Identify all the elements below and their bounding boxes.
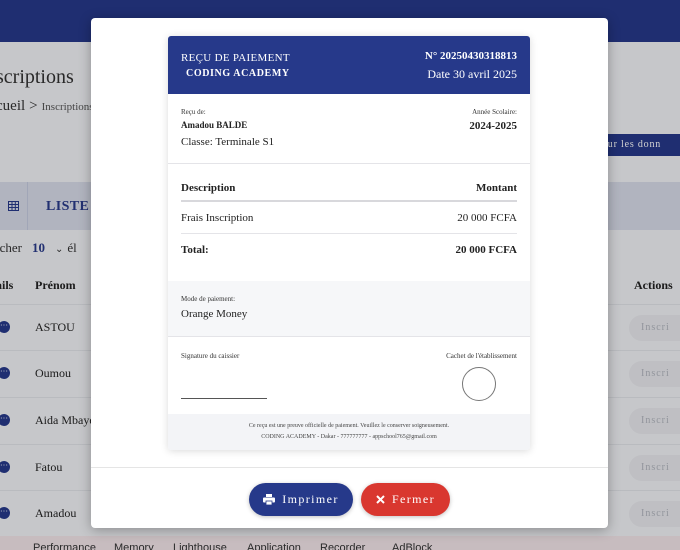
school-year-label: Année Scolaire: xyxy=(472,108,517,116)
cashier-signature-label: Signature du caissier xyxy=(181,352,240,360)
column-montant: Montant xyxy=(476,181,517,194)
close-button-label: Fermer xyxy=(391,492,436,506)
item-description: Frais Inscription xyxy=(181,211,254,224)
payment-method-section: Mode de paiement: Orange Money xyxy=(168,281,530,337)
modal-footer: Imprimer Fermer xyxy=(91,467,608,528)
total-label: Total: xyxy=(181,244,209,256)
student-name: Amadou BALDE xyxy=(181,120,248,130)
receipt-line-item: Frais Inscription 20 000 FCFA xyxy=(181,202,517,234)
payment-method-value: Orange Money xyxy=(181,308,248,320)
receipt-title: REÇU DE PAIEMENT xyxy=(181,52,290,64)
receipt-student-info: Reçu de: Amadou BALDE Classe: Terminale … xyxy=(168,94,530,164)
signature-line xyxy=(181,398,267,399)
receipt-footer-contact: CODING ACADEMY - Dakar - 777777777 - app… xyxy=(261,434,437,440)
signature-section: Signature du caissier Cachet de l'établi… xyxy=(168,338,530,414)
payment-receipt: REÇU DE PAIEMENT CODING ACADEMY N° 20250… xyxy=(168,36,530,450)
receipt-table-header: Description Montant xyxy=(181,175,517,202)
modal-body: REÇU DE PAIEMENT CODING ACADEMY N° 20250… xyxy=(91,18,608,468)
receipt-header: REÇU DE PAIEMENT CODING ACADEMY N° 20250… xyxy=(168,36,530,94)
receipt-footer: Ce reçu est une preuve officielle de pai… xyxy=(168,414,530,450)
receipt-number: N° 20250430318813 xyxy=(424,50,517,62)
receipt-date: Date 30 avril 2025 xyxy=(427,67,517,81)
receipt-total-row: Total: 20 000 FCFA xyxy=(181,234,517,266)
column-description: Description xyxy=(181,181,236,194)
stamp-circle xyxy=(462,367,496,401)
payment-method-label: Mode de paiement: xyxy=(181,295,236,303)
school-name: CODING ACADEMY xyxy=(186,68,290,79)
close-icon xyxy=(376,495,385,504)
student-class: Classe: Terminale S1 xyxy=(181,136,275,148)
printer-icon xyxy=(263,494,276,505)
total-amount: 20 000 FCFA xyxy=(455,244,517,256)
receipt-table: Description Montant Frais Inscription 20… xyxy=(181,175,517,266)
close-button[interactable]: Fermer xyxy=(361,483,450,516)
school-year: 2024-2025 xyxy=(469,120,517,132)
item-amount: 20 000 FCFA xyxy=(457,211,517,224)
print-button[interactable]: Imprimer xyxy=(249,483,353,516)
receipt-modal: REÇU DE PAIEMENT CODING ACADEMY N° 20250… xyxy=(91,18,608,528)
print-button-label: Imprimer xyxy=(282,492,339,506)
receipt-footer-note: Ce reçu est une preuve officielle de pai… xyxy=(248,423,450,429)
received-from-label: Reçu de: xyxy=(181,108,206,116)
stamp-label: Cachet de l'établissement xyxy=(446,352,517,360)
